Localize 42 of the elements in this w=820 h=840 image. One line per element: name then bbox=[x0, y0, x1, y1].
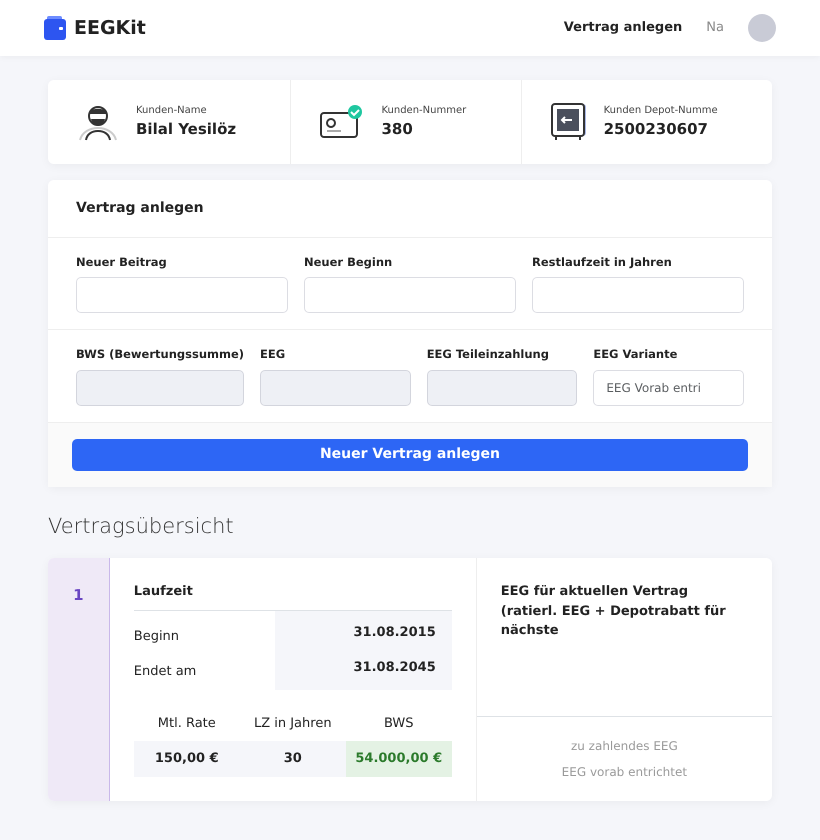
eeg-title: EEG für aktuellen Vertrag bbox=[500, 583, 690, 601]
eeg-subtitle: (ratierl. EEG + Depotrabatt für nächste bbox=[500, 602, 727, 640]
safe-icon bbox=[550, 102, 588, 142]
input-field[interactable] bbox=[304, 277, 516, 314]
column-header: Mtl. Rate bbox=[156, 714, 217, 732]
nav-link[interactable]: Na bbox=[706, 18, 724, 38]
wallet-logo-icon bbox=[44, 16, 66, 40]
table-cell: 150,00 € bbox=[134, 741, 240, 776]
section-label: Laufzeit bbox=[134, 583, 194, 601]
field-label: Neuer Beginn bbox=[304, 254, 394, 271]
section-title: Vertragsübersicht bbox=[48, 512, 235, 540]
card-title: Vertrag anlegen bbox=[48, 180, 772, 238]
field-label: EEG Teileinzahlung bbox=[426, 346, 550, 364]
date-label: Beginn bbox=[134, 628, 180, 646]
column-header: BWS bbox=[382, 714, 415, 732]
input-field[interactable]: EEG Vorab entri bbox=[593, 370, 744, 406]
field-label: Kunden-Name bbox=[136, 104, 208, 118]
field-value: 2500230607 bbox=[604, 119, 709, 140]
avatar-icon[interactable] bbox=[748, 14, 776, 42]
contract-number: 1 bbox=[48, 558, 110, 800]
input-field[interactable] bbox=[76, 277, 288, 314]
summary-label: zu zahlendes EEG bbox=[570, 738, 679, 754]
field-value: Bilal Yesilöz bbox=[136, 119, 236, 140]
brand-name: EEGKit bbox=[74, 16, 146, 41]
field-label: Neuer Beitrag bbox=[76, 254, 168, 271]
field-label: BWS (Bewertungssumme) bbox=[76, 346, 244, 364]
table-cell: 30 bbox=[240, 741, 346, 776]
column-header: LZ in Jahren bbox=[252, 714, 333, 732]
nav-link[interactable]: Vertrag anlegen bbox=[564, 18, 682, 38]
summary-label: EEG vorab entrichtet bbox=[560, 764, 688, 780]
table-cell: 54.000,00 € bbox=[346, 741, 452, 776]
field-label: EEG bbox=[260, 346, 286, 364]
date-label: Endet am bbox=[134, 663, 198, 681]
date-value: 31.08.2015 bbox=[352, 624, 436, 642]
field-value: 380 bbox=[381, 119, 414, 140]
field-label: Restlaufzeit in Jahren bbox=[532, 254, 673, 271]
submit-button[interactable]: Neuer Vertrag anlegen bbox=[72, 438, 748, 470]
field-label: Kunden-Nummer bbox=[381, 104, 466, 118]
input-field[interactable] bbox=[532, 277, 744, 314]
field-label: EEG Variante bbox=[593, 346, 678, 364]
field-label: Kunden Depot-Numme bbox=[604, 104, 718, 118]
date-value: 31.08.2045 bbox=[352, 659, 436, 677]
